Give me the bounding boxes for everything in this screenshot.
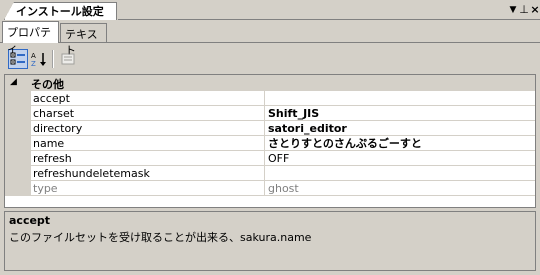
property-name: charset (31, 106, 265, 121)
alphabetical-button[interactable]: A Z (29, 49, 49, 69)
property-row-charset[interactable]: charset Shift_JIS (5, 106, 535, 121)
property-value[interactable]: さとりすとのさんぷるごーすと (265, 136, 535, 151)
collapse-triangle-icon[interactable]: ◢ (10, 77, 17, 87)
category-row[interactable]: ◢ その他 (5, 75, 535, 91)
window-title-bar: インストール設定 ▼ ⊥ × (0, 0, 540, 21)
description-panel: accept このファイルセットを受け取ることが出来る、sakura.name (4, 211, 536, 271)
property-name: name (31, 136, 265, 151)
property-value[interactable]: OFF (265, 151, 535, 166)
property-toolbar: A Z (4, 46, 536, 72)
property-name: type (31, 181, 265, 196)
property-name: directory (31, 121, 265, 136)
svg-text:Z: Z (31, 60, 36, 67)
title-divider (118, 19, 540, 20)
window-title: インストール設定 (4, 2, 117, 20)
close-icon[interactable]: × (528, 3, 540, 17)
tab-text[interactable]: テキスト (60, 23, 107, 57)
tab-properties[interactable]: プロパティ (2, 21, 59, 55)
property-pages-button[interactable] (58, 49, 78, 69)
property-grid: ◢ その他 accept charset Shift_JIS directory… (4, 74, 536, 208)
property-value[interactable]: satori_editor (265, 121, 535, 136)
toolbar-separator (52, 50, 54, 68)
property-row-accept[interactable]: accept (5, 91, 535, 106)
property-name: refreshundeletemask (31, 166, 265, 181)
property-row-name[interactable]: name さとりすとのさんぷるごーすと (5, 136, 535, 151)
category-label: その他 (31, 78, 64, 91)
sort-az-icon: A Z (31, 52, 46, 67)
property-value[interactable] (265, 166, 535, 181)
property-value[interactable] (265, 91, 535, 106)
property-name: accept (31, 91, 265, 106)
property-row-type[interactable]: type ghost (5, 181, 535, 196)
property-row-directory[interactable]: directory satori_editor (5, 121, 535, 136)
tab-strip: プロパティ テキスト (0, 21, 540, 57)
description-text: このファイルセットを受け取ることが出来る、sakura.name (9, 231, 312, 244)
description-title: accept (9, 214, 51, 227)
property-value[interactable]: Shift_JIS (265, 106, 535, 121)
property-value: ghost (265, 181, 535, 196)
property-name: refresh (31, 151, 265, 166)
svg-text:A: A (31, 52, 36, 60)
property-pages-icon (61, 53, 75, 65)
property-row-refresh[interactable]: refresh OFF (5, 151, 535, 166)
property-row-refreshundeletemask[interactable]: refreshundeletemask (5, 166, 535, 181)
